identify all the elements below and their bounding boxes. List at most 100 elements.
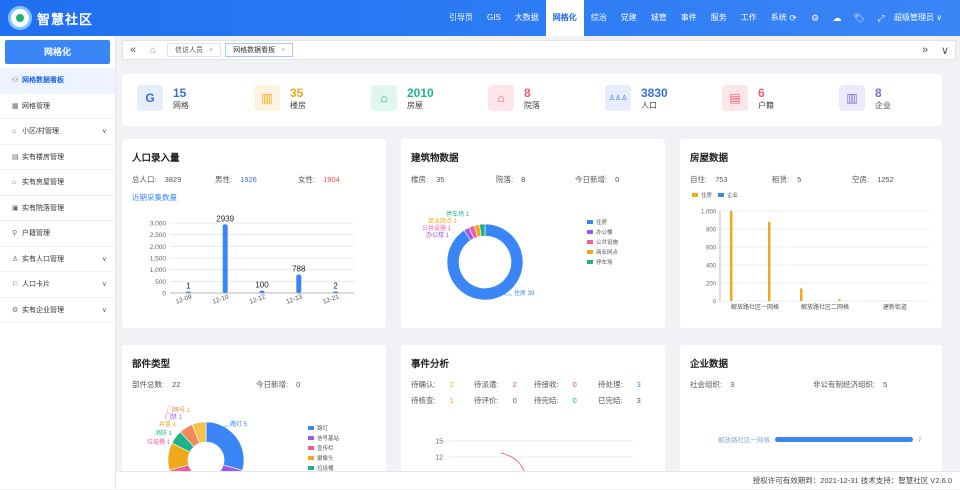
- stat-label: 院落: [524, 100, 540, 111]
- legend-label[interactable]: 住房: [701, 191, 713, 199]
- nav-item[interactable]: GIS: [480, 0, 508, 36]
- y-tick-label: 600: [706, 246, 717, 252]
- tabs-prev-button[interactable]: «: [123, 44, 143, 56]
- stat-value: 8: [875, 86, 891, 100]
- stat-text: 2010房屋: [407, 86, 434, 111]
- stat-value: 35: [290, 86, 306, 100]
- legend-swatch: [308, 466, 314, 470]
- home-icon[interactable]: ⌂: [143, 45, 163, 56]
- cloud-icon[interactable]: ☁: [826, 13, 848, 24]
- bar[interactable]: [800, 288, 803, 301]
- nav-item[interactable]: 工作: [734, 0, 764, 36]
- nav-item[interactable]: 网格化: [546, 0, 584, 36]
- menu-item-icon: ⚲: [12, 221, 22, 247]
- label: 非公有制经济组织:: [813, 380, 875, 389]
- stat-item[interactable]: ▥35楼房: [254, 85, 306, 111]
- bar[interactable]: [296, 275, 301, 293]
- user-menu[interactable]: 超级管理员 ∨: [894, 0, 942, 36]
- event-stat: 待接收:0: [534, 379, 577, 390]
- label: 总人口:: [132, 175, 157, 184]
- legend-label[interactable]: 路灯: [317, 424, 329, 432]
- bar[interactable]: [775, 437, 913, 442]
- nav-item[interactable]: 服务: [704, 0, 734, 36]
- recent-collect-link[interactable]: 近期采集数量: [132, 192, 177, 203]
- legend-swatch: [308, 436, 314, 440]
- refresh-icon[interactable]: ⟳: [782, 13, 804, 24]
- stat-label: 企业: [875, 100, 891, 111]
- stat-item[interactable]: ⌂8院落: [488, 85, 540, 111]
- sidebar-item[interactable]: ▦网格管理: [0, 94, 115, 120]
- legend-label[interactable]: 停车场: [596, 258, 613, 266]
- donut-slice[interactable]: [206, 422, 244, 470]
- nav-item[interactable]: 事件: [674, 0, 704, 36]
- stat-item[interactable]: ▥8企业: [839, 85, 891, 111]
- stat-item[interactable]: ⌂2010房屋: [371, 85, 434, 111]
- nav-item[interactable]: 城管: [644, 0, 674, 36]
- tab-grid-dashboard[interactable]: 网格数据看板×: [225, 43, 293, 57]
- legend-label[interactable]: 公共设施: [596, 238, 619, 246]
- sidebar-item[interactable]: ⚐人口卡片∨: [0, 272, 115, 298]
- series-line[interactable]: [501, 453, 525, 473]
- legend-label[interactable]: 商业网点: [596, 248, 619, 256]
- bar[interactable]: [730, 211, 733, 301]
- sidebar: 网格化 ⚇网格数据看板▦网格管理⌂小区/村管理∨▤实有楼房管理⌂实有房屋管理▣实…: [0, 36, 116, 489]
- y-tick-label: 15: [435, 439, 443, 446]
- settings-icon[interactable]: ⚙: [804, 13, 826, 24]
- population-card: 人口录入量 总人口:3829 男性:1926 女性:1904 近期采集数量 05…: [122, 139, 386, 328]
- sidebar-item[interactable]: ⌂实有房屋管理: [0, 170, 115, 196]
- house-bar-chart: 住房企业02004006008001,000解放路社区一网格解放路社区二网格建新…: [680, 189, 942, 319]
- close-icon[interactable]: ×: [209, 47, 213, 54]
- close-icon[interactable]: ×: [281, 47, 285, 54]
- tabs-more-button[interactable]: ∨: [935, 44, 955, 57]
- fullscreen-icon[interactable]: ⤢: [870, 13, 892, 24]
- menu-item-icon: ▦: [12, 94, 22, 120]
- legend-label[interactable]: 摄像头: [317, 454, 334, 462]
- tag-icon[interactable]: 🏷: [848, 13, 870, 24]
- app-logo[interactable]: 智慧社区: [8, 6, 93, 30]
- sidebar-item[interactable]: ♙实有人口管理∨: [0, 247, 115, 273]
- stat-icon: ⌂: [488, 85, 514, 111]
- non-public-org-count: 非公有制经济组织:5: [813, 379, 887, 390]
- nav-item[interactable]: 大数据: [508, 0, 546, 36]
- menu-item-icon: ⌂: [12, 119, 22, 145]
- sidebar-item[interactable]: ▣实有院落管理: [0, 196, 115, 222]
- stat-item[interactable]: G15网格: [137, 85, 189, 111]
- events-line-chart: 1215: [401, 433, 665, 475]
- legend-swatch: [587, 230, 593, 234]
- legend-label[interactable]: 办公楼: [596, 228, 613, 236]
- tab-xinfang[interactable]: 信访人员×: [167, 43, 221, 57]
- sidebar-item[interactable]: ⚲户籍管理: [0, 221, 115, 247]
- sidebar-item[interactable]: ⚙实有企业管理∨: [0, 298, 115, 324]
- value: 1926: [240, 175, 257, 184]
- stat-item[interactable]: ♙♙♙3830人口: [605, 85, 668, 111]
- sidebar-item-label: 人口卡片: [22, 281, 50, 288]
- sidebar-item[interactable]: ⌂小区/村管理∨: [0, 119, 115, 145]
- stat-item[interactable]: ▤6户籍: [722, 85, 774, 111]
- value: 5: [797, 175, 801, 184]
- legend-swatch: [718, 193, 724, 197]
- legend-label[interactable]: 企业: [727, 191, 739, 199]
- label: 待核查:: [411, 396, 436, 405]
- value: 1: [450, 396, 454, 405]
- bar[interactable]: [768, 222, 771, 301]
- nav-item[interactable]: 综治: [584, 0, 614, 36]
- value: 3: [637, 396, 641, 405]
- sidebar-item-label: 网格管理: [22, 103, 50, 110]
- bar[interactable]: [838, 299, 841, 301]
- event-stat: 待确认:2: [411, 379, 454, 390]
- legend-label[interactable]: 宣传栏: [317, 444, 334, 452]
- y-tick-label: 800: [706, 228, 717, 234]
- nav-item[interactable]: 引导页: [442, 0, 480, 36]
- tabs-next-button[interactable]: »: [915, 44, 935, 57]
- nav-item[interactable]: 党建: [614, 0, 644, 36]
- sidebar-item[interactable]: ▤实有楼房管理: [0, 145, 115, 171]
- legend-swatch: [308, 446, 314, 450]
- x-tick-label: 12-13: [285, 293, 303, 305]
- legend-label[interactable]: 住房: [596, 218, 608, 226]
- legend-label[interactable]: 信号基站: [317, 434, 340, 442]
- bar[interactable]: [223, 224, 228, 293]
- sidebar-item[interactable]: ⚇网格数据看板: [0, 68, 115, 94]
- data-label: 1: [186, 282, 191, 291]
- menu-item-icon: ⚙: [12, 298, 22, 324]
- callout-label: 商业网点 1: [428, 217, 458, 225]
